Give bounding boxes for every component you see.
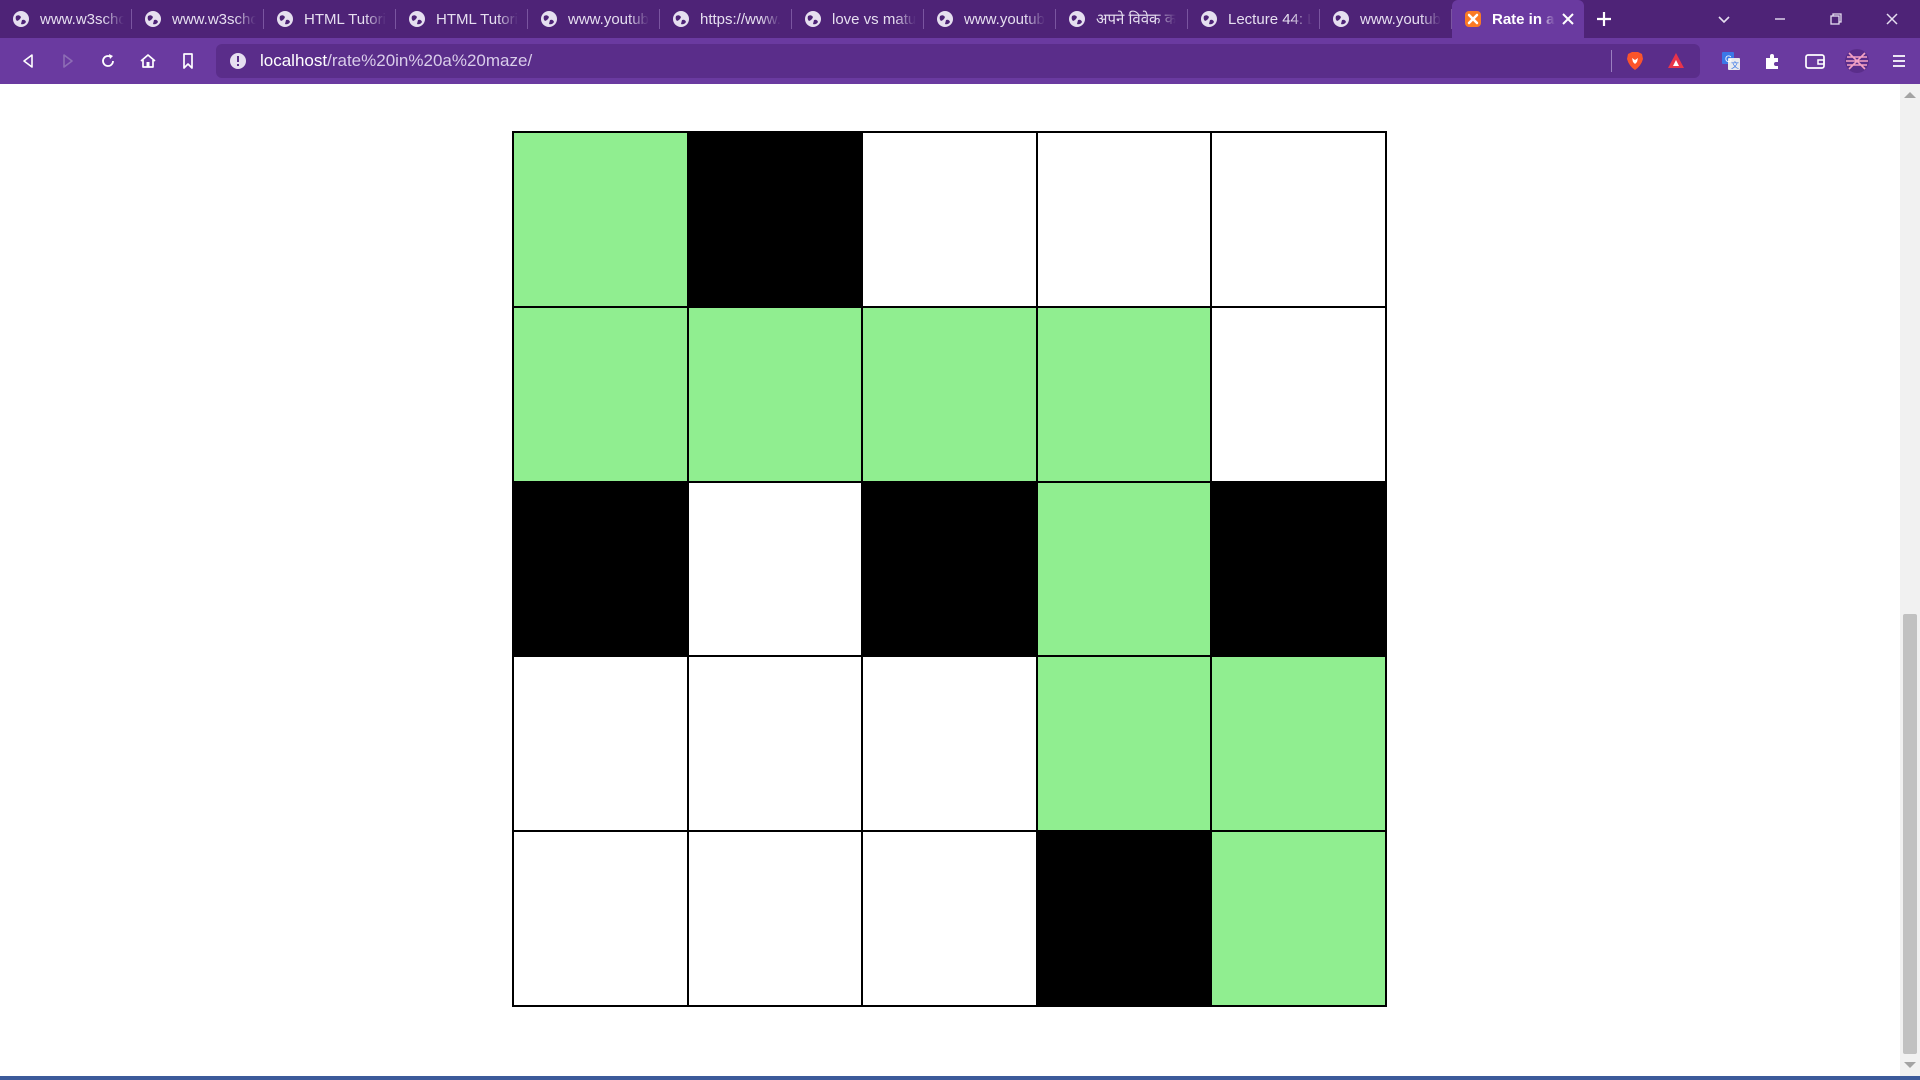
maze-cell-open <box>862 656 1037 832</box>
tab[interactable]: अपने विवेक क <box>1056 0 1188 38</box>
tab-title: love vs matu <box>832 10 916 28</box>
maze-grid <box>512 131 1387 1007</box>
new-tab-button[interactable] <box>1584 0 1624 38</box>
address-bar[interactable]: localhost/rate%20in%20a%20maze/ <box>216 44 1700 78</box>
taskbar-edge <box>0 1076 1920 1080</box>
tab-title: www.w3scho <box>172 10 256 28</box>
home-button[interactable] <box>128 41 168 81</box>
tab[interactable]: love vs matu <box>792 0 924 38</box>
tab-active[interactable]: Rate in a <box>1452 0 1584 38</box>
tab-title: www.youtub <box>1360 10 1441 28</box>
maze-cell-path <box>1036 481 1212 657</box>
maze-cell-wall <box>513 481 688 657</box>
brave-shield-icon[interactable] <box>1624 50 1646 76</box>
maze-cell-path <box>1036 306 1212 482</box>
tab-strip: www.w3scho www.w3scho HTML Tutori HTML T… <box>0 0 1920 38</box>
maze-cell-open <box>862 831 1037 1006</box>
maze-cell-wall <box>687 132 863 307</box>
maze-cell-wall <box>1036 831 1212 1006</box>
tab-title: अपने विवेक क <box>1096 11 1177 28</box>
tab[interactable]: www.youtub <box>924 0 1056 38</box>
maze-cell-open <box>862 132 1037 307</box>
svg-text:文: 文 <box>1731 60 1739 70</box>
url-path: /rate%20in%20a%20maze/ <box>327 51 533 70</box>
maze-cell-open <box>513 831 688 1006</box>
menu-icon[interactable] <box>1878 41 1920 81</box>
globe-icon <box>12 10 30 28</box>
maze-cell-path <box>1211 831 1386 1006</box>
tab[interactable]: HTML Tutori <box>396 0 528 38</box>
tab-title: www.youtub <box>964 10 1045 28</box>
maze-cell-wall <box>1211 481 1386 657</box>
tab-title: Rate in a <box>1492 10 1555 28</box>
url-text: localhost/rate%20in%20a%20maze/ <box>260 51 532 71</box>
profile-avatar-icon[interactable] <box>1836 41 1878 81</box>
tab-search-button[interactable] <box>1696 0 1752 38</box>
maze-cell-open <box>1036 132 1212 307</box>
tab-title: https://www. <box>700 10 781 28</box>
forward-button[interactable] <box>48 41 88 81</box>
wallet-icon[interactable] <box>1794 41 1836 81</box>
globe-icon <box>1332 10 1350 28</box>
maze-cell-open <box>1211 306 1386 482</box>
scroll-up-icon[interactable] <box>1904 92 1916 98</box>
globe-icon <box>1200 10 1218 28</box>
page-viewport <box>0 84 1900 1076</box>
maze-cell-path <box>513 306 688 482</box>
xampp-icon <box>1464 10 1482 28</box>
maze-cell-open <box>687 831 863 1006</box>
extensions-icon[interactable] <box>1752 41 1794 81</box>
scrollbar-thumb[interactable] <box>1903 614 1917 1054</box>
window-controls <box>1696 0 1920 38</box>
toolbar: localhost/rate%20in%20a%20maze/ G文 <box>0 38 1920 84</box>
scroll-down-icon[interactable] <box>1904 1062 1916 1068</box>
tab-title: HTML Tutori <box>304 10 386 28</box>
close-window-button[interactable] <box>1864 0 1920 38</box>
translate-icon[interactable]: G文 <box>1710 41 1752 81</box>
tab-title: www.youtub <box>568 10 649 28</box>
globe-icon <box>540 10 558 28</box>
tab[interactable]: www.youtub <box>528 0 660 38</box>
maze-cell-open <box>687 656 863 832</box>
globe-icon <box>936 10 954 28</box>
browser-chrome: www.w3scho www.w3scho HTML Tutori HTML T… <box>0 0 1920 84</box>
tab[interactable]: https://www. <box>660 0 792 38</box>
minimize-button[interactable] <box>1752 0 1808 38</box>
maze-cell-open <box>1211 132 1386 307</box>
maze-cell-open <box>687 481 863 657</box>
tab-title: HTML Tutori <box>436 10 518 28</box>
globe-icon <box>1068 10 1086 28</box>
divider <box>1611 50 1612 72</box>
globe-icon <box>408 10 426 28</box>
bookmark-button[interactable] <box>168 41 208 81</box>
info-icon[interactable] <box>228 51 248 71</box>
restore-button[interactable] <box>1808 0 1864 38</box>
tab[interactable]: Lecture 44: L <box>1188 0 1320 38</box>
rewards-icon[interactable] <box>1666 51 1686 75</box>
toolbar-right: G文 <box>1710 38 1920 84</box>
vertical-scrollbar[interactable] <box>1900 84 1920 1076</box>
globe-icon <box>276 10 294 28</box>
back-button[interactable] <box>8 41 48 81</box>
maze-cell-path <box>1211 656 1386 832</box>
tab[interactable]: www.w3scho <box>0 0 132 38</box>
tab-title: Lecture 44: L <box>1228 10 1312 28</box>
tab-title: www.w3scho <box>40 10 124 28</box>
close-tab-icon[interactable] <box>1560 11 1576 27</box>
maze-cell-path <box>513 132 688 307</box>
globe-icon <box>144 10 162 28</box>
tab[interactable]: HTML Tutori <box>264 0 396 38</box>
maze-cell-wall <box>862 481 1037 657</box>
url-host: localhost <box>260 51 328 70</box>
maze-cell-path <box>862 306 1037 482</box>
globe-icon <box>804 10 822 28</box>
maze-cell-path <box>687 306 863 482</box>
maze-cell-open <box>513 656 688 832</box>
tab[interactable]: www.youtub <box>1320 0 1452 38</box>
reload-button[interactable] <box>88 41 128 81</box>
globe-icon <box>672 10 690 28</box>
maze-cell-path <box>1036 656 1212 832</box>
tab[interactable]: www.w3scho <box>132 0 264 38</box>
